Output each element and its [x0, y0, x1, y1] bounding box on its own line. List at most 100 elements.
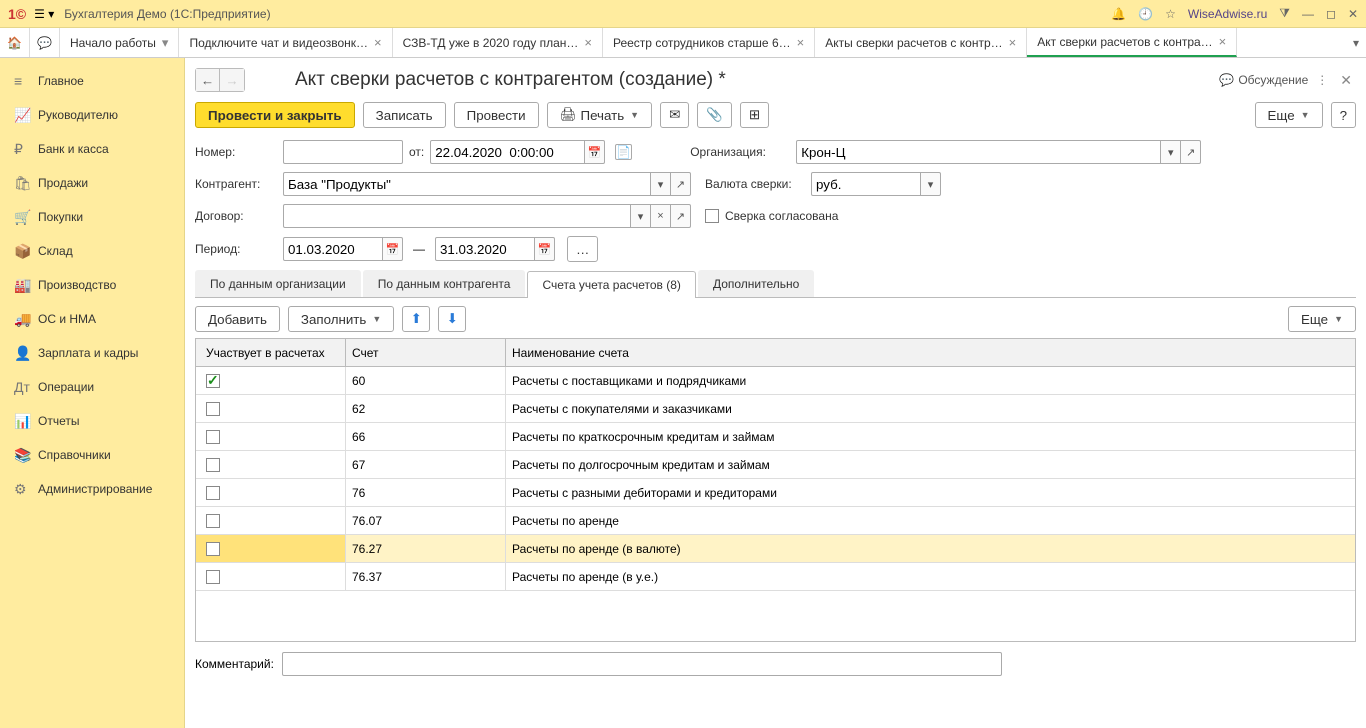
col-header-account[interactable]: Счет	[346, 339, 506, 366]
agreed-checkbox[interactable]	[705, 209, 719, 223]
row-checkbox[interactable]	[206, 514, 220, 528]
row-checkbox[interactable]	[206, 542, 220, 556]
kebab-icon[interactable]: ⋮	[1316, 73, 1328, 87]
date-extra-icon[interactable]: 📄	[615, 144, 632, 160]
nav-item-9[interactable]: ДтОперации	[0, 370, 184, 404]
site-link[interactable]: WiseAdwise.ru	[1188, 7, 1267, 21]
history-icon[interactable]: 🕘	[1138, 7, 1153, 21]
tab-0[interactable]: Начало работы▾	[60, 28, 179, 57]
currency-dropdown-icon[interactable]: ▾	[921, 172, 941, 196]
period-from-input[interactable]	[283, 237, 383, 261]
tab-close-icon[interactable]: ×	[1219, 34, 1227, 49]
row-checkbox[interactable]	[206, 374, 220, 388]
contract-dropdown-icon[interactable]: ▾	[631, 204, 651, 228]
number-input[interactable]	[283, 140, 403, 164]
maximize-icon[interactable]: ◻	[1326, 7, 1336, 21]
org-dropdown-icon[interactable]: ▾	[1161, 140, 1181, 164]
filter-icon[interactable]: ⧩	[1279, 6, 1290, 21]
table-row[interactable]: 76.07Расчеты по аренде	[196, 507, 1355, 535]
more-button[interactable]: Еще ▼	[1255, 102, 1323, 128]
nav-item-6[interactable]: 🏭Производство	[0, 268, 184, 302]
table-row[interactable]: 60Расчеты с поставщиками и подрядчиками	[196, 367, 1355, 395]
table-row[interactable]: 76Расчеты с разными дебиторами и кредито…	[196, 479, 1355, 507]
email-button[interactable]: ✉	[660, 102, 689, 128]
contract-input[interactable]	[283, 204, 631, 228]
contract-open-icon[interactable]: ↗	[671, 204, 691, 228]
nav-item-4[interactable]: 🛒Покупки	[0, 200, 184, 234]
nav-item-8[interactable]: 👤Зарплата и кадры	[0, 336, 184, 370]
burger-icon[interactable]: ☰ ▾	[34, 7, 54, 21]
currency-input[interactable]	[811, 172, 921, 196]
period-to-calendar-icon[interactable]: 📅	[535, 237, 555, 261]
table-row[interactable]: 67Расчеты по долгосрочным кредитам и зай…	[196, 451, 1355, 479]
nav-item-7[interactable]: 🚚ОС и НМА	[0, 302, 184, 336]
tab-2[interactable]: СЗВ-ТД уже в 2020 году план…×	[393, 28, 603, 57]
nav-item-3[interactable]: 🛍Продажи	[0, 166, 184, 200]
bell-icon[interactable]: 🔔	[1111, 7, 1126, 21]
tab-3[interactable]: Реестр сотрудников старше 6…×	[603, 28, 815, 57]
tab-4[interactable]: Акты сверки расчетов с контр…×	[815, 28, 1027, 57]
row-checkbox[interactable]	[206, 458, 220, 472]
table-row[interactable]: 62Расчеты с покупателями и заказчиками	[196, 395, 1355, 423]
counterparty-open-icon[interactable]: ↗	[671, 172, 691, 196]
nav-item-2[interactable]: ₽Банк и касса	[0, 132, 184, 166]
period-to-input[interactable]	[435, 237, 535, 261]
org-input[interactable]	[796, 140, 1161, 164]
table-row[interactable]: 76.27Расчеты по аренде (в валюте)	[196, 535, 1355, 563]
subtab-3[interactable]: Дополнительно	[698, 270, 814, 297]
home-icon[interactable]: 🏠	[0, 28, 30, 57]
row-checkbox[interactable]	[206, 486, 220, 500]
post-close-button[interactable]: Провести и закрыть	[195, 102, 355, 128]
col-header-name[interactable]: Наименование счета	[506, 346, 1355, 360]
post-button[interactable]: Провести	[454, 102, 539, 128]
tab-5[interactable]: Акт сверки расчетов с контра…×	[1027, 28, 1237, 57]
counterparty-dropdown-icon[interactable]: ▾	[651, 172, 671, 196]
print-button[interactable]: 🖨 Печать ▼	[547, 102, 653, 128]
col-header-participates[interactable]: Участвует в расчетах	[196, 339, 346, 366]
counterparty-input[interactable]	[283, 172, 651, 196]
tab-close-icon[interactable]: ×	[797, 35, 805, 50]
discuss-button[interactable]: 💬 Обсуждение	[1219, 73, 1308, 87]
save-button[interactable]: Записать	[363, 102, 446, 128]
structure-button[interactable]: ⊞	[740, 102, 769, 128]
back-button[interactable]: ←	[196, 69, 220, 91]
close-icon[interactable]: ✕	[1348, 7, 1358, 21]
nav-item-5[interactable]: 📦Склад	[0, 234, 184, 268]
nav-item-10[interactable]: 📊Отчеты	[0, 404, 184, 438]
tabs-dropdown-icon[interactable]: ▾	[1346, 28, 1366, 57]
attach-button[interactable]: 📎	[697, 102, 732, 128]
date-input[interactable]	[430, 140, 585, 164]
nav-item-11[interactable]: 📚Справочники	[0, 438, 184, 472]
row-checkbox[interactable]	[206, 570, 220, 584]
star-icon[interactable]: ☆	[1165, 7, 1176, 21]
period-select-button[interactable]: …	[567, 236, 598, 262]
contract-clear-icon[interactable]: ×	[651, 204, 671, 228]
tab-caret-icon[interactable]: ▾	[162, 35, 169, 51]
table-more-button[interactable]: Еще ▼	[1288, 306, 1356, 332]
tab-close-icon[interactable]: ×	[584, 35, 592, 50]
nav-item-1[interactable]: 📈Руководителю	[0, 98, 184, 132]
row-checkbox[interactable]	[206, 402, 220, 416]
subtab-1[interactable]: По данным контрагента	[363, 270, 526, 297]
period-from-calendar-icon[interactable]: 📅	[383, 237, 403, 261]
page-close-icon[interactable]: ✕	[1336, 72, 1356, 89]
tab-1[interactable]: Подключите чат и видеозвонк…×	[179, 28, 392, 57]
add-button[interactable]: Добавить	[195, 306, 280, 332]
row-checkbox[interactable]	[206, 430, 220, 444]
tab-close-icon[interactable]: ×	[374, 35, 382, 50]
table-row[interactable]: 76.37Расчеты по аренде (в у.е.)	[196, 563, 1355, 591]
comment-input[interactable]	[282, 652, 1002, 676]
table-row[interactable]: 66Расчеты по краткосрочным кредитам и за…	[196, 423, 1355, 451]
move-down-button[interactable]: ⬇	[438, 306, 466, 332]
forward-button[interactable]: →	[220, 69, 244, 91]
move-up-button[interactable]: ⬆	[402, 306, 430, 332]
nav-item-12[interactable]: ⚙Администрирование	[0, 472, 184, 506]
minimize-icon[interactable]: —	[1302, 7, 1314, 21]
subtab-2[interactable]: Счета учета расчетов (8)	[527, 271, 695, 298]
calendar-icon[interactable]: 📅	[585, 140, 605, 164]
nav-item-0[interactable]: ≡Главное	[0, 64, 184, 98]
tab-close-icon[interactable]: ×	[1009, 35, 1017, 50]
subtab-0[interactable]: По данным организации	[195, 270, 361, 297]
org-open-icon[interactable]: ↗	[1181, 140, 1201, 164]
chat-icon[interactable]: 💬	[30, 28, 60, 57]
